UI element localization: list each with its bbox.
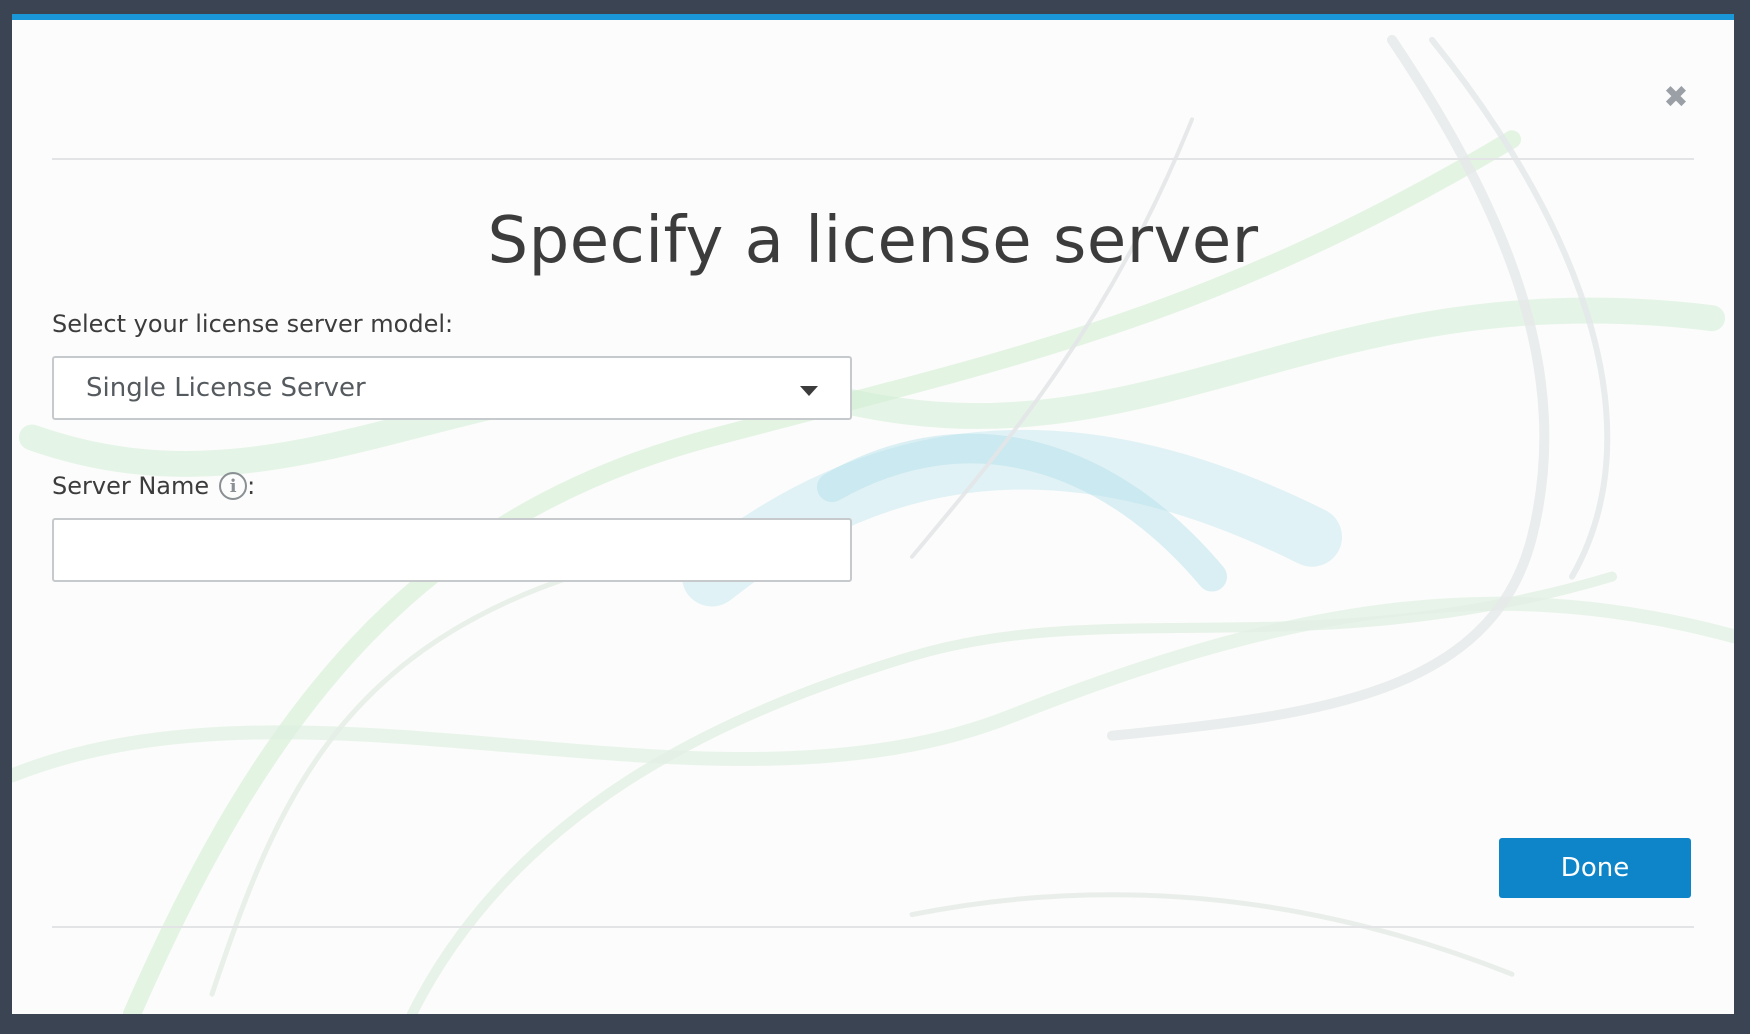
server-name-label-suffix: : [247,472,256,500]
server-name-input[interactable] [52,518,852,582]
chevron-down-icon [800,386,818,396]
server-name-label: Server Name [52,472,210,500]
close-button[interactable]: ✖ [1660,82,1692,114]
done-button[interactable]: Done [1499,838,1691,898]
dialog-title: Specify a license server [487,204,1259,278]
close-icon: ✖ [1663,80,1689,115]
info-icon[interactable]: i [219,472,248,500]
license-model-label: Select your license server model: [52,310,454,338]
license-model-selected-value: Single License Server [86,373,366,403]
background-artwork [12,34,1734,1014]
header-divider [52,158,1694,160]
server-name-label-row: Server Name i : [52,472,255,500]
footer-divider [52,926,1694,928]
license-server-dialog: ✖ Specify a license server Select your l… [12,14,1734,1014]
license-model-select[interactable]: Single License Server [52,356,852,420]
